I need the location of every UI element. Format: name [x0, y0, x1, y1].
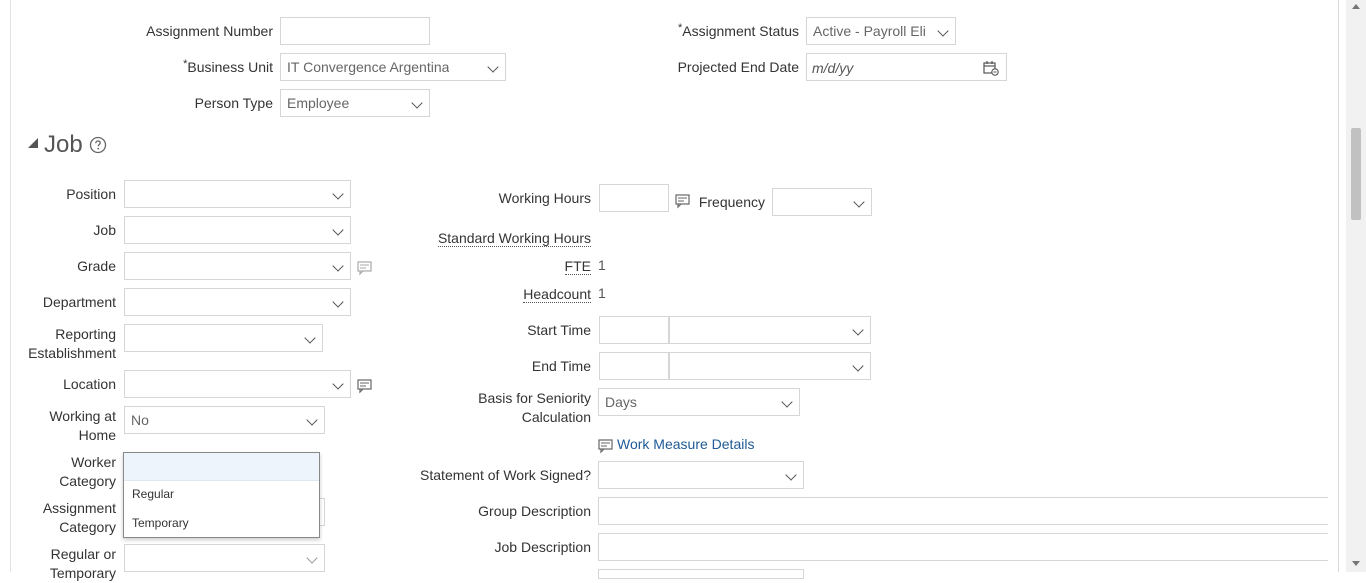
end-time-label: End Time — [531, 358, 591, 374]
chevron-down-icon — [411, 97, 423, 109]
work-measure-details-link[interactable]: Work Measure Details — [617, 436, 754, 452]
working-hours-label: Working Hours — [498, 190, 591, 206]
fte-value: 1 — [598, 257, 606, 273]
group-description-input[interactable] — [598, 497, 1328, 525]
chevron-down-icon — [306, 414, 318, 426]
job-description-input[interactable] — [598, 533, 1328, 561]
person-type-select[interactable]: Employee — [280, 89, 430, 117]
standard-working-hours-label: Standard Working Hours — [437, 230, 591, 247]
next-field-input[interactable] — [598, 569, 804, 579]
chevron-down-icon — [332, 378, 344, 390]
business-unit-select[interactable]: IT Convergence Argentina — [280, 53, 506, 81]
frequency-label: Frequency — [698, 194, 765, 210]
job-label: Job — [93, 222, 116, 238]
scroll-up-arrow-icon[interactable] — [1352, 4, 1360, 9]
end-time-input[interactable] — [599, 352, 669, 380]
department-select[interactable] — [124, 288, 351, 316]
business-unit-label: *Business Unit — [183, 58, 273, 75]
projected-end-date-label: Projected End Date — [677, 59, 799, 75]
working-at-home-label: Working at Home — [49, 408, 116, 443]
dropdown-option-temporary[interactable]: Temporary — [132, 516, 189, 530]
assignment-status-select[interactable]: Active - Payroll Eli — [806, 17, 956, 45]
assignment-number-label: Assignment Number — [146, 23, 273, 39]
details-icon[interactable] — [357, 378, 373, 394]
calendar-icon[interactable] — [983, 60, 999, 76]
location-label: Location — [63, 376, 116, 392]
group-description-label: Group Description — [478, 503, 591, 519]
statement-of-work-select[interactable] — [598, 461, 804, 489]
scrollbar-thumb[interactable] — [1351, 128, 1361, 220]
details-icon[interactable] — [357, 260, 373, 276]
chevron-down-icon — [332, 260, 344, 272]
reporting-establishment-select[interactable] — [124, 324, 323, 352]
chevron-down-icon — [487, 61, 499, 73]
reporting-establishment-label: Reporting Establishment — [28, 326, 116, 361]
dropdown-option-regular[interactable]: Regular — [132, 487, 174, 501]
start-time-input[interactable] — [599, 316, 669, 344]
chevron-down-icon — [332, 296, 344, 308]
chevron-down-icon — [781, 396, 793, 408]
grade-label: Grade — [77, 258, 116, 274]
regular-or-temporary-label: Regular or Temporary — [49, 546, 116, 581]
seniority-basis-select[interactable]: Days — [598, 388, 800, 416]
seniority-basis-label: Basis for Seniority Calculation — [478, 390, 591, 425]
working-at-home-select[interactable]: No — [124, 406, 325, 434]
frequency-select[interactable] — [772, 188, 872, 216]
chevron-down-icon — [332, 188, 344, 200]
position-select[interactable] — [124, 180, 351, 208]
collapse-triangle-icon[interactable] — [28, 138, 38, 148]
position-label: Position — [66, 186, 116, 202]
person-type-label: Person Type — [194, 95, 273, 111]
chevron-down-icon — [852, 324, 864, 336]
chevron-down-icon — [332, 224, 344, 236]
grade-select[interactable] — [124, 252, 351, 280]
working-hours-input[interactable] — [599, 184, 669, 212]
department-label: Department — [42, 294, 116, 310]
help-circle-icon[interactable] — [89, 136, 107, 154]
start-time-ampm-select[interactable] — [669, 316, 871, 344]
details-icon[interactable] — [675, 193, 691, 209]
end-time-ampm-select[interactable] — [669, 352, 871, 380]
headcount-value: 1 — [598, 285, 606, 301]
dropdown-option-blank[interactable] — [124, 453, 319, 481]
chevron-down-icon — [306, 552, 318, 564]
assignment-category-label: Assignment Category — [42, 500, 116, 535]
details-icon[interactable] — [598, 438, 614, 454]
projected-end-date-input[interactable]: m/d/yy — [806, 53, 1007, 81]
job-description-label: Job Description — [494, 539, 592, 555]
vertical-scrollbar[interactable] — [1346, 0, 1366, 572]
fte-label: FTE — [564, 258, 591, 275]
page-border-right — [1338, 0, 1339, 572]
chevron-down-icon — [853, 196, 865, 208]
regular-or-temporary-select[interactable] — [124, 544, 325, 572]
assignment-status-label: *Assignment Status — [677, 22, 799, 39]
scroll-down-arrow-icon[interactable] — [1352, 561, 1360, 566]
start-time-label: Start Time — [527, 322, 591, 338]
location-select[interactable] — [124, 370, 351, 398]
chevron-down-icon — [304, 332, 316, 344]
worker-category-dropdown[interactable]: Regular Temporary — [123, 452, 320, 538]
chevron-down-icon — [852, 360, 864, 372]
job-select[interactable] — [124, 216, 351, 244]
job-section-title: Job — [44, 131, 83, 158]
headcount-label: Headcount — [523, 286, 591, 303]
chevron-down-icon — [937, 25, 949, 37]
statement-of-work-label: Statement of Work Signed? — [420, 467, 591, 483]
chevron-down-icon — [785, 469, 797, 481]
worker-category-label: Worker Category — [59, 454, 116, 489]
assignment-number-input[interactable] — [280, 17, 430, 45]
